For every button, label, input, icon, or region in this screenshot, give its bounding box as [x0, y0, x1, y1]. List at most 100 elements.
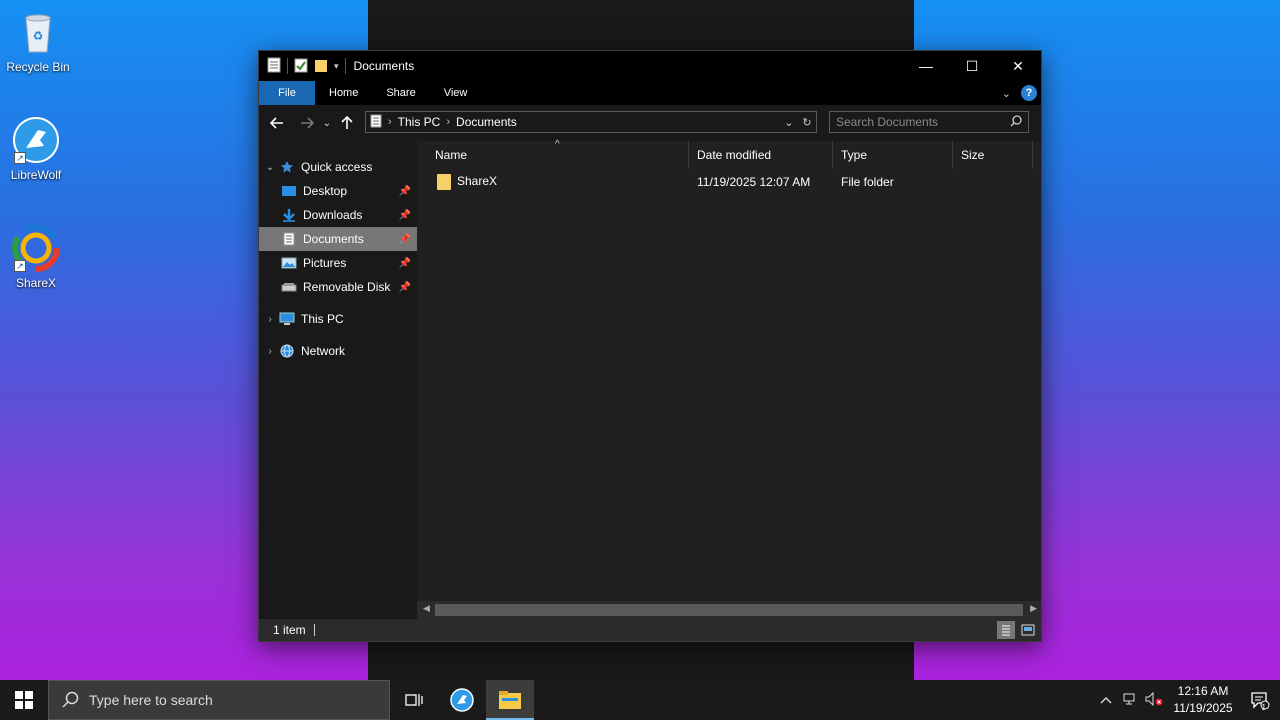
breadcrumb-documents[interactable]: Documents — [456, 115, 517, 129]
breadcrumb-this-pc[interactable]: This PC — [398, 115, 441, 129]
taskbar-librewolf-button[interactable] — [438, 680, 486, 720]
network-status-icon[interactable] — [1118, 692, 1142, 709]
clock[interactable]: 12:16 AM 11/19/2025 — [1166, 683, 1240, 717]
taskbar-search-box[interactable]: Type here to search — [48, 680, 390, 720]
recycle-bin-icon: ♻ — [14, 8, 62, 56]
desktop-icon — [281, 183, 297, 199]
tab-file[interactable]: File — [259, 81, 315, 105]
expand-chevron-icon[interactable]: › — [261, 314, 279, 325]
column-header-name[interactable]: Name — [427, 141, 689, 169]
star-icon — [279, 159, 295, 175]
file-date-cell: 11/19/2025 12:07 AM — [697, 175, 811, 189]
status-divider — [313, 624, 315, 636]
minimize-button[interactable]: — — [903, 51, 949, 81]
action-center-button[interactable]: 1 — [1240, 691, 1280, 712]
taskbar-search-placeholder: Type here to search — [89, 692, 213, 708]
documents-icon — [281, 231, 297, 247]
up-button[interactable] — [335, 111, 359, 135]
tab-view[interactable]: View — [430, 81, 482, 105]
address-history-dropdown[interactable]: ⌄ — [780, 116, 798, 129]
desktop-icon-sharex[interactable]: ↗ ShareX — [0, 224, 74, 290]
expand-chevron-icon[interactable]: › — [261, 346, 279, 357]
pin-icon[interactable]: 📌 — [399, 234, 411, 245]
tab-share[interactable]: Share — [372, 81, 429, 105]
folder-icon — [437, 174, 451, 190]
file-name-cell[interactable]: ShareX — [437, 174, 497, 190]
scrollbar-thumb[interactable] — [435, 604, 1023, 616]
nav-label: Pictures — [303, 256, 347, 270]
volume-muted-icon[interactable] — [1142, 691, 1166, 709]
customize-toolbar-icon[interactable]: ▾ — [334, 61, 339, 72]
search-placeholder: Search Documents — [836, 115, 939, 129]
large-icons-view-icon — [1021, 624, 1035, 636]
column-header-type[interactable]: Type — [833, 141, 953, 169]
scroll-right-icon[interactable]: ▶ — [1030, 603, 1037, 614]
forward-arrow-icon — [301, 117, 314, 129]
task-view-button[interactable] — [390, 680, 438, 720]
nav-item-documents[interactable]: Documents 📌 — [259, 227, 417, 251]
nav-item-downloads[interactable]: Downloads 📌 — [259, 203, 417, 227]
pin-icon[interactable]: 📌 — [399, 186, 411, 197]
document-icon[interactable] — [267, 57, 281, 76]
help-icon[interactable]: ? — [1021, 85, 1037, 101]
forward-button[interactable] — [295, 111, 319, 135]
nav-network[interactable]: › Network — [259, 339, 417, 363]
breadcrumb-separator-icon: › — [388, 116, 392, 128]
nav-item-desktop[interactable]: Desktop 📌 — [259, 179, 417, 203]
scroll-left-icon[interactable]: ◀ — [423, 603, 430, 614]
pin-icon[interactable]: 📌 — [399, 210, 411, 221]
file-row[interactable]: ShareX 11/19/2025 12:07 AM File folder — [417, 171, 1041, 193]
pin-icon[interactable]: 📌 — [399, 282, 411, 293]
item-count: 1 item — [273, 623, 306, 637]
system-tray: 12:16 AM 11/19/2025 1 — [1094, 680, 1280, 720]
tab-home[interactable]: Home — [315, 81, 372, 105]
pin-icon[interactable]: 📌 — [399, 258, 411, 269]
column-header-size[interactable]: Size — [953, 141, 1033, 169]
notification-count: 1 — [1261, 703, 1266, 712]
file-list-pane: ^ Name Date modified Type Size ShareX 11… — [417, 139, 1041, 619]
nav-label: Downloads — [303, 208, 363, 222]
nav-label: Quick access — [301, 160, 373, 174]
close-button[interactable]: ✕ — [995, 51, 1041, 81]
address-row: ⌄ › This PC › Documents ⌄ ↻ Search Docum… — [259, 105, 1041, 141]
search-icon — [1010, 114, 1022, 130]
nav-label: Documents — [303, 232, 364, 246]
nav-quick-access[interactable]: ⌄ Quick access — [259, 155, 417, 179]
pictures-icon — [281, 255, 297, 271]
properties-icon[interactable] — [294, 57, 308, 76]
expand-ribbon-icon[interactable]: ⌄ — [1002, 87, 1011, 100]
taskbar: Type here to search 12:16 AM 11/19/2025 … — [0, 680, 1280, 720]
file-type-cell: File folder — [841, 175, 894, 189]
desktop-icon-label: ShareX — [15, 276, 57, 290]
address-bar[interactable]: › This PC › Documents ⌄ ↻ — [365, 111, 817, 133]
recent-locations-button[interactable]: ⌄ — [319, 111, 335, 135]
collapse-chevron-icon[interactable]: ⌄ — [261, 162, 279, 173]
nav-item-removable-disk[interactable]: Removable Disk 📌 — [259, 275, 417, 299]
nav-item-pictures[interactable]: Pictures 📌 — [259, 251, 417, 275]
details-view-icon — [1002, 625, 1010, 636]
refresh-icon[interactable]: ↻ — [798, 116, 816, 129]
nav-this-pc[interactable]: › This PC — [259, 307, 417, 331]
show-hidden-icons-button[interactable] — [1094, 693, 1118, 707]
title-bar[interactable]: ▾ Documents — ☐ ✕ — [259, 51, 1041, 81]
column-headers: ^ Name Date modified Type Size — [417, 139, 1041, 169]
toolbar-separator — [344, 58, 346, 74]
back-button[interactable] — [265, 111, 289, 135]
large-icons-view-button[interactable] — [1019, 621, 1037, 639]
horizontal-scrollbar[interactable]: ◀ ▶ — [417, 601, 1041, 619]
column-header-date-modified[interactable]: Date modified — [689, 141, 833, 169]
up-arrow-icon — [341, 116, 353, 129]
start-button[interactable] — [0, 680, 48, 720]
this-pc-icon — [279, 311, 295, 327]
details-view-button[interactable] — [997, 621, 1015, 639]
file-explorer-icon — [499, 691, 521, 709]
back-arrow-icon — [270, 117, 283, 129]
desktop-icon-librewolf[interactable]: ↗ LibreWolf — [0, 116, 74, 182]
maximize-button[interactable]: ☐ — [949, 51, 995, 81]
new-folder-icon[interactable] — [314, 57, 328, 76]
search-input[interactable]: Search Documents — [829, 111, 1029, 133]
documents-location-icon — [370, 114, 382, 131]
quick-access-toolbar: ▾ — [259, 57, 346, 76]
taskbar-file-explorer-button[interactable] — [486, 680, 534, 720]
desktop-icon-recycle-bin[interactable]: ♻ Recycle Bin — [0, 8, 76, 74]
